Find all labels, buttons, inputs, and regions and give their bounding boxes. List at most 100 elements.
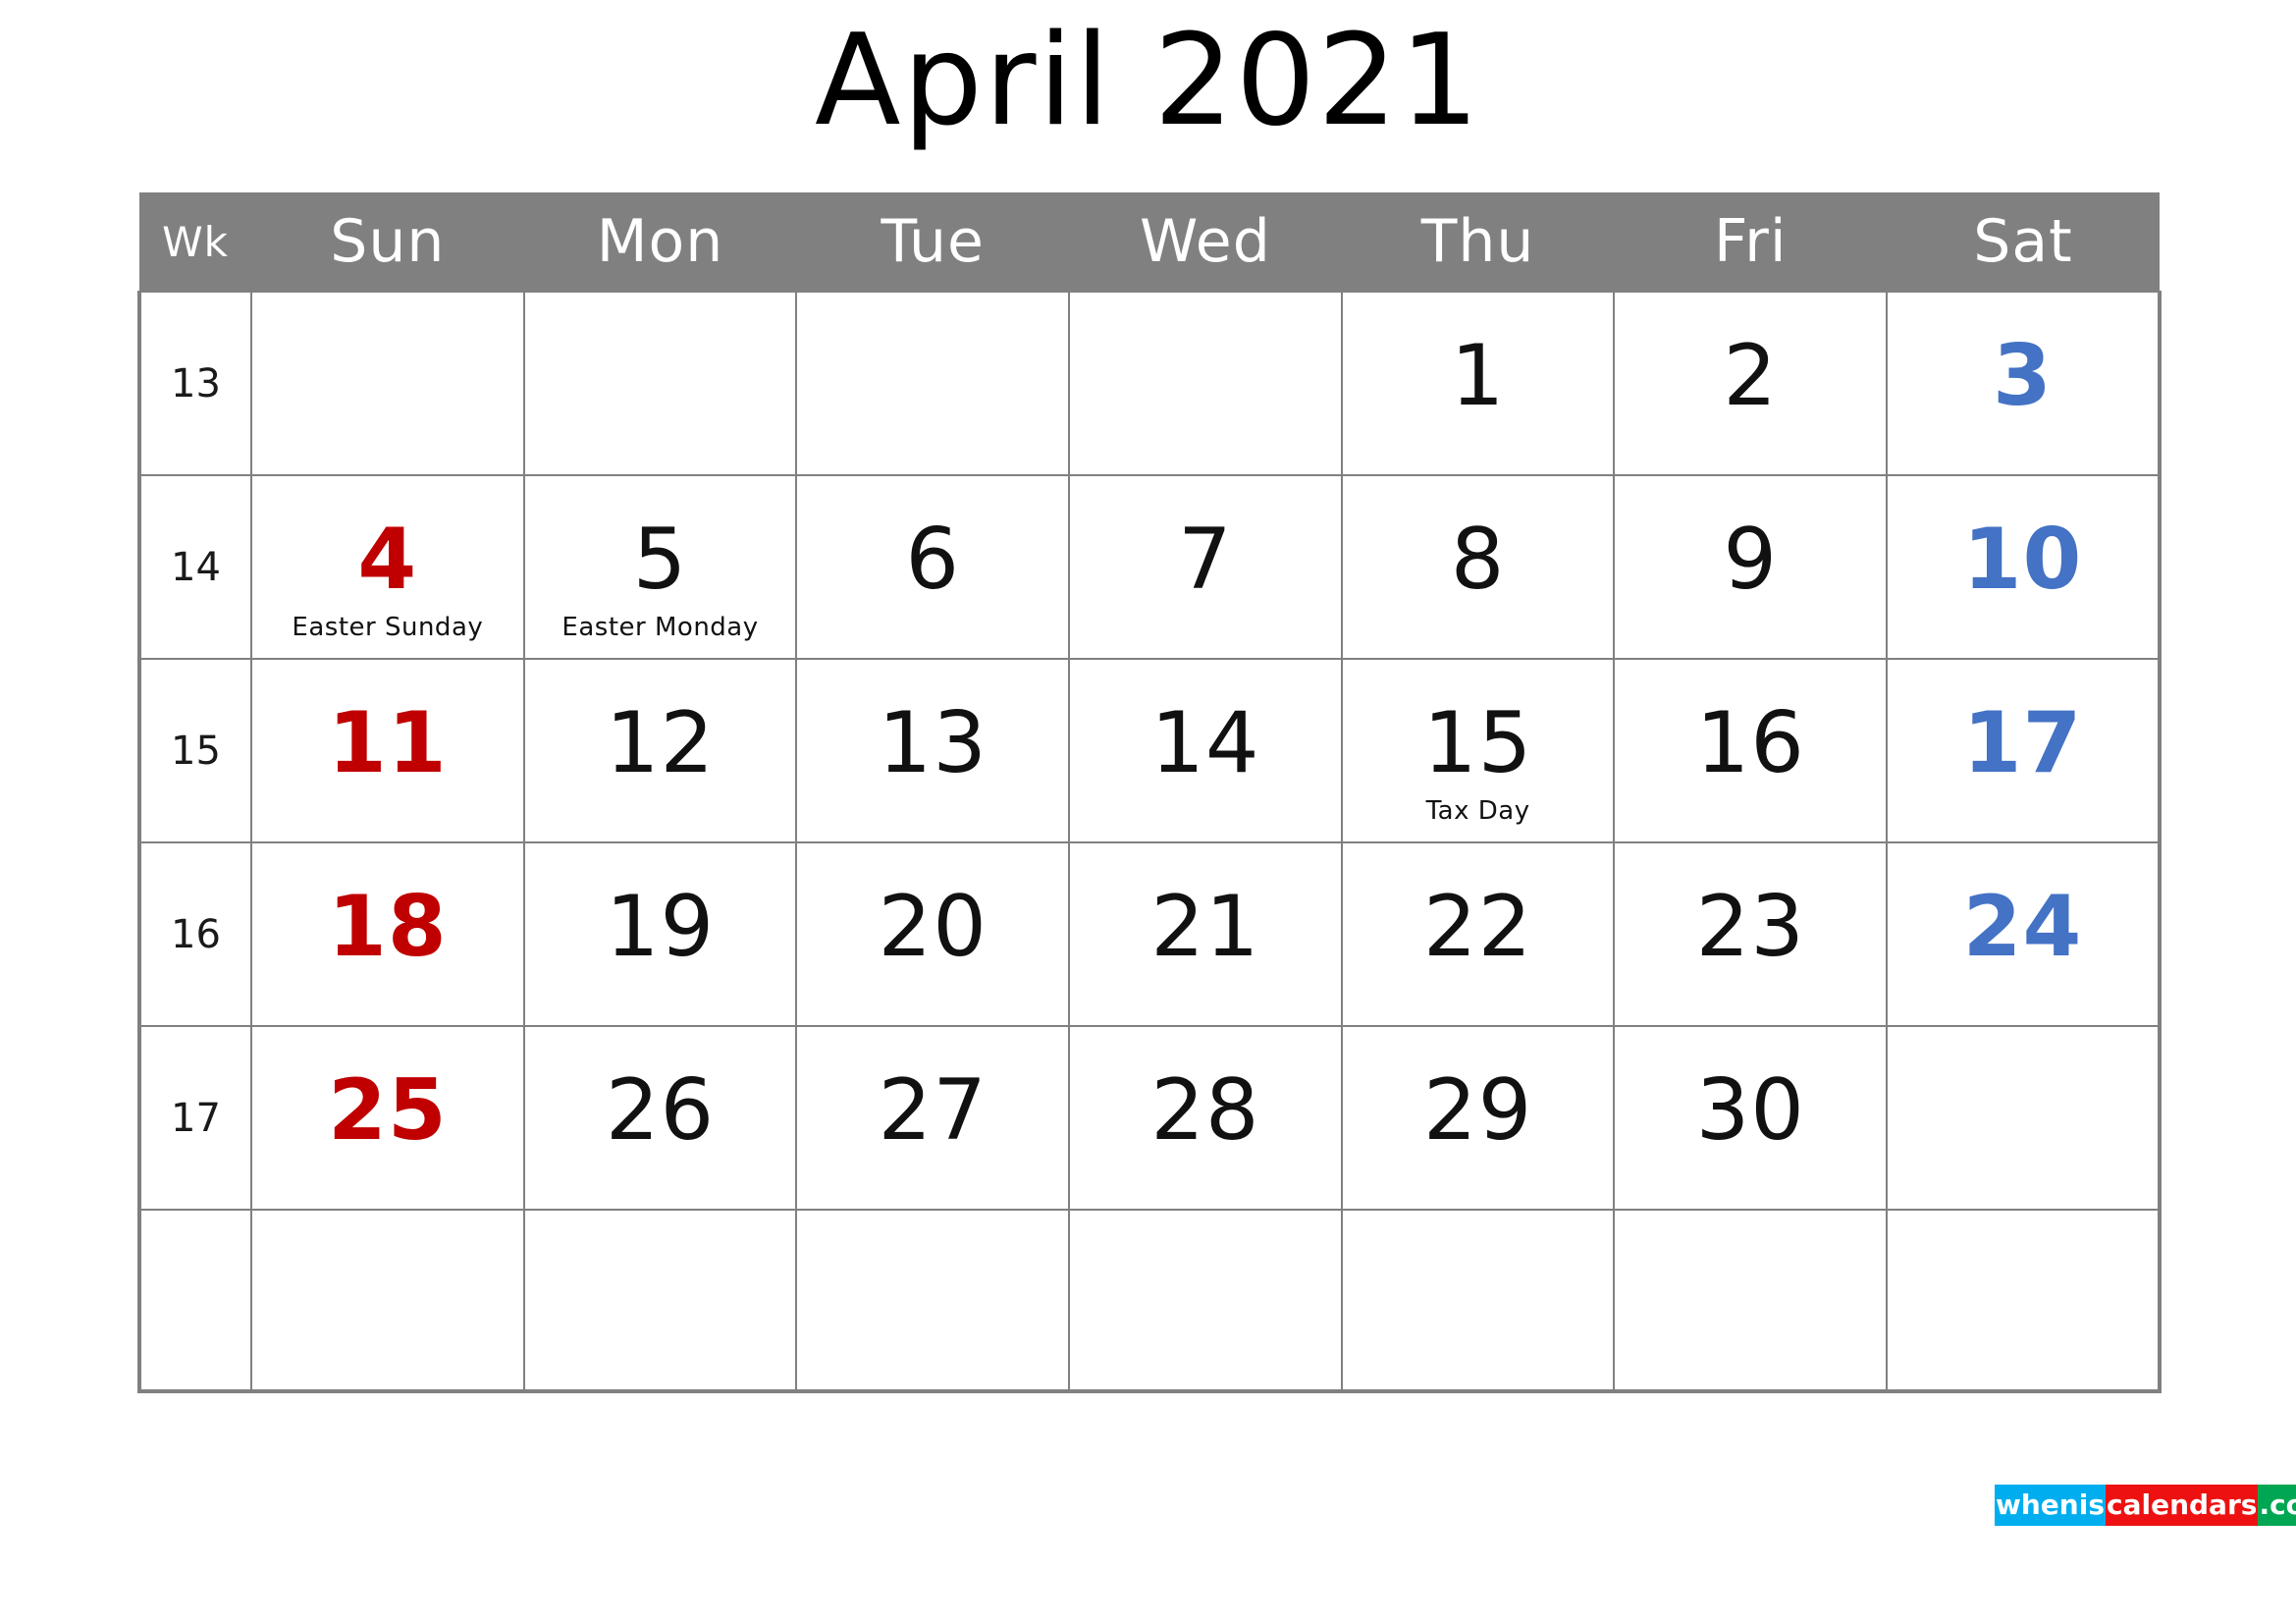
day-number: 8 bbox=[1450, 511, 1506, 609]
day-number: 9 bbox=[1723, 511, 1779, 609]
day-cell[interactable]: 21 bbox=[1068, 841, 1343, 1027]
calendar-table: Wk Sun Mon Tue Wed Thu Fri Sat 13 1 2 3 14 4 Easter S… bbox=[137, 192, 2162, 1393]
holiday-label: Easter Sunday bbox=[292, 613, 484, 642]
day-cell[interactable]: 13 bbox=[795, 658, 1071, 843]
day-number: 29 bbox=[1422, 1061, 1533, 1160]
day-cell[interactable]: 4 Easter Sunday bbox=[250, 474, 525, 660]
day-cell[interactable]: 5 Easter Monday bbox=[522, 474, 798, 660]
day-cell[interactable]: 1 bbox=[1340, 291, 1616, 476]
watermark-part-whenis: whenis bbox=[1995, 1485, 2106, 1526]
day-cell[interactable] bbox=[522, 1209, 798, 1393]
day-cell[interactable]: 10 bbox=[1886, 474, 2162, 660]
calendar-week-row: 14 4 Easter Sunday 5 Easter Monday 6 7 8 9 10 bbox=[137, 474, 2162, 660]
column-header-wed: Wed bbox=[1069, 192, 1342, 292]
day-cell[interactable]: 29 bbox=[1340, 1025, 1616, 1211]
week-number-cell: 17 bbox=[137, 1025, 252, 1211]
day-number: 17 bbox=[1962, 694, 2083, 792]
column-header-tue: Tue bbox=[796, 192, 1070, 292]
day-cell[interactable]: 7 bbox=[1068, 474, 1343, 660]
week-number: 17 bbox=[171, 1095, 221, 1141]
day-cell[interactable]: 25 bbox=[250, 1025, 525, 1211]
day-cell[interactable]: 6 bbox=[795, 474, 1071, 660]
day-number: 2 bbox=[1723, 327, 1779, 425]
column-header-sun: Sun bbox=[251, 192, 524, 292]
day-cell[interactable]: 22 bbox=[1340, 841, 1616, 1027]
calendar-week-row: 16 18 19 20 21 22 23 24 bbox=[137, 841, 2162, 1027]
day-number: 23 bbox=[1695, 878, 1805, 976]
day-cell[interactable]: 2 bbox=[1613, 291, 1889, 476]
day-cell[interactable] bbox=[795, 291, 1071, 476]
week-number: 15 bbox=[171, 728, 221, 774]
calendar-week-row: 15 11 12 13 14 15 Tax Day 16 17 bbox=[137, 658, 2162, 843]
day-number: 11 bbox=[328, 694, 448, 792]
day-cell[interactable] bbox=[795, 1209, 1071, 1393]
day-number bbox=[1070, 293, 1341, 334]
day-cell[interactable]: 14 bbox=[1068, 658, 1343, 843]
day-number bbox=[797, 1211, 1068, 1252]
day-cell[interactable] bbox=[1886, 1209, 2162, 1393]
holiday-label: Easter Monday bbox=[561, 613, 759, 642]
day-cell[interactable]: 19 bbox=[522, 841, 798, 1027]
watermark-part-com: .com bbox=[2258, 1485, 2296, 1526]
watermark-logo[interactable]: whenis calendars .com bbox=[1995, 1485, 2296, 1526]
week-number: 14 bbox=[171, 544, 221, 590]
day-number bbox=[1888, 1027, 2158, 1068]
day-number: 21 bbox=[1150, 878, 1260, 976]
week-number: 16 bbox=[171, 911, 221, 957]
watermark-part-calendars: calendars bbox=[2106, 1485, 2259, 1526]
column-header-sat: Sat bbox=[1887, 192, 2160, 292]
day-number: 10 bbox=[1962, 511, 2083, 609]
page-title: April 2021 bbox=[815, 8, 1481, 154]
day-number: 15 bbox=[1422, 694, 1533, 792]
day-number bbox=[1343, 1211, 1614, 1252]
day-number: 28 bbox=[1150, 1061, 1260, 1160]
day-cell[interactable]: 8 bbox=[1340, 474, 1616, 660]
calendar-body: 13 1 2 3 14 4 Easter Sunday 5 Easter Monday 6 7 8 9 1… bbox=[137, 291, 2162, 1393]
day-cell[interactable]: 30 bbox=[1613, 1025, 1889, 1211]
day-cell[interactable]: 18 bbox=[250, 841, 525, 1027]
day-cell[interactable]: 11 bbox=[250, 658, 525, 843]
day-cell[interactable]: 26 bbox=[522, 1025, 798, 1211]
day-cell[interactable]: 16 bbox=[1613, 658, 1889, 843]
day-number: 5 bbox=[632, 511, 688, 609]
day-cell[interactable]: 28 bbox=[1068, 1025, 1343, 1211]
calendar-week-row bbox=[137, 1209, 2162, 1393]
day-cell[interactable] bbox=[1068, 291, 1343, 476]
day-number bbox=[1888, 1211, 2158, 1252]
week-number-cell: 14 bbox=[137, 474, 252, 660]
day-cell[interactable] bbox=[250, 291, 525, 476]
week-number-cell: 15 bbox=[137, 658, 252, 843]
day-number: 7 bbox=[1178, 511, 1233, 609]
day-number: 24 bbox=[1962, 878, 2083, 976]
day-number bbox=[1070, 1211, 1341, 1252]
day-cell[interactable]: 15 Tax Day bbox=[1340, 658, 1616, 843]
day-cell[interactable]: 12 bbox=[522, 658, 798, 843]
day-cell[interactable] bbox=[522, 291, 798, 476]
day-cell[interactable] bbox=[1613, 1209, 1889, 1393]
day-number: 26 bbox=[605, 1061, 716, 1160]
week-number-cell: 13 bbox=[137, 291, 252, 476]
calendar-week-row: 13 1 2 3 bbox=[137, 291, 2162, 476]
day-cell[interactable] bbox=[1886, 1025, 2162, 1211]
column-header-thu: Thu bbox=[1341, 192, 1615, 292]
column-header-week: Wk bbox=[139, 192, 251, 292]
day-cell[interactable] bbox=[1068, 1209, 1343, 1393]
week-number: 13 bbox=[171, 360, 221, 406]
day-cell[interactable]: 23 bbox=[1613, 841, 1889, 1027]
week-number-cell bbox=[137, 1209, 252, 1393]
day-cell[interactable]: 9 bbox=[1613, 474, 1889, 660]
calendar-week-row: 17 25 26 27 28 29 30 bbox=[137, 1025, 2162, 1211]
holiday-label: Tax Day bbox=[1425, 796, 1530, 826]
day-cell[interactable]: 17 bbox=[1886, 658, 2162, 843]
day-number: 3 bbox=[1993, 327, 2053, 425]
day-cell[interactable]: 20 bbox=[795, 841, 1071, 1027]
day-cell[interactable]: 3 bbox=[1886, 291, 2162, 476]
day-cell[interactable] bbox=[250, 1209, 525, 1393]
day-cell[interactable]: 24 bbox=[1886, 841, 2162, 1027]
day-number: 12 bbox=[605, 694, 716, 792]
column-header-mon: Mon bbox=[523, 192, 797, 292]
day-cell[interactable]: 27 bbox=[795, 1025, 1071, 1211]
day-number: 18 bbox=[328, 878, 448, 976]
day-cell[interactable] bbox=[1340, 1209, 1616, 1393]
day-number bbox=[1615, 1211, 1886, 1252]
